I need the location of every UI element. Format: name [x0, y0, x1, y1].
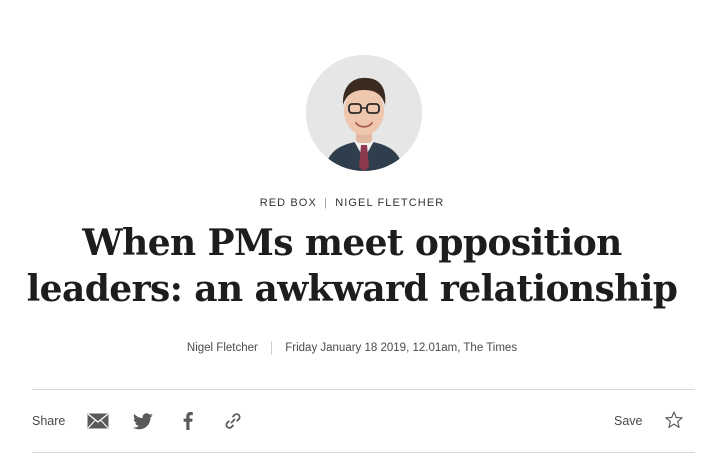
author-avatar — [306, 55, 422, 171]
kicker-separator: | — [324, 197, 329, 209]
star-icon[interactable] — [664, 410, 686, 432]
share-bar-top-rule — [32, 389, 695, 390]
article-dateline: Friday January 18 2019, 12.01am, The Tim… — [285, 342, 518, 355]
columnist-label[interactable]: NIGEL FLETCHER — [335, 197, 444, 209]
article-byline: Nigel Fletcher Friday January 18 2019, 1… — [0, 341, 704, 355]
twitter-icon[interactable] — [132, 410, 154, 432]
headline-line-1: When PMs meet opposition — [82, 222, 622, 264]
article-kicker: RED BOX | NIGEL FLETCHER — [0, 197, 704, 209]
facebook-icon[interactable] — [180, 410, 196, 432]
email-icon[interactable] — [87, 410, 109, 432]
byline-divider — [271, 341, 273, 355]
share-label: Share — [32, 414, 66, 428]
article-headline: When PMs meet opposition leaders: an awk… — [20, 220, 684, 312]
section-label[interactable]: RED BOX — [260, 197, 317, 209]
save-button[interactable]: Save — [614, 414, 643, 428]
link-icon[interactable] — [223, 410, 243, 432]
author-portrait — [306, 55, 422, 171]
author-name[interactable]: Nigel Fletcher — [187, 342, 258, 354]
headline-line-2: leaders: an awkward relationship — [26, 268, 678, 310]
